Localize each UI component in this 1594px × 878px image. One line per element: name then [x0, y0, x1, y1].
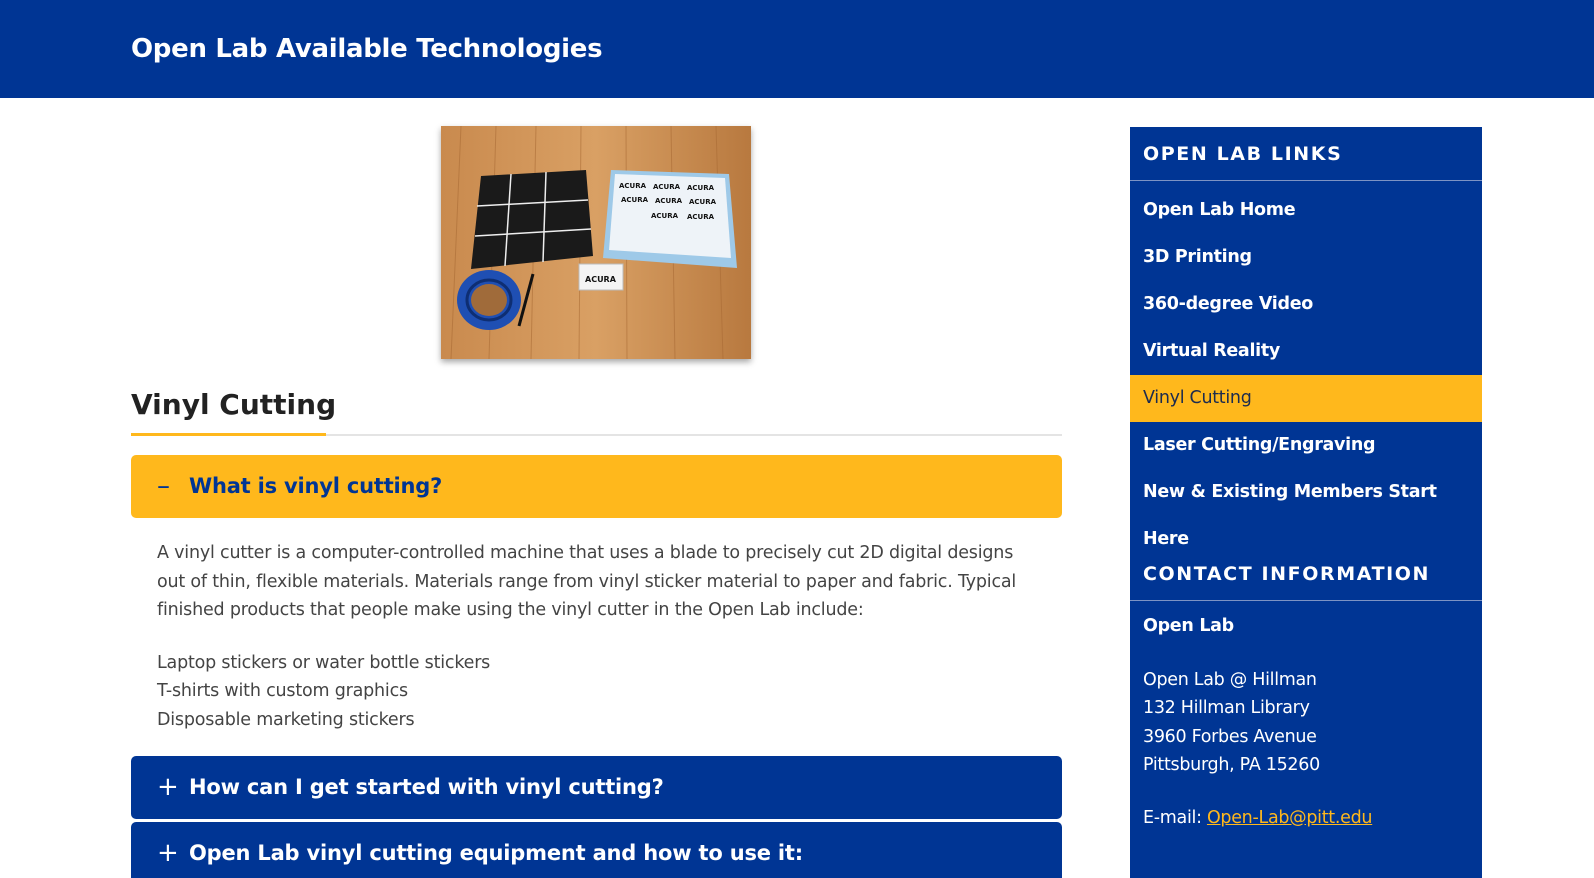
accordion-what-is-vinyl-cutting[interactable]: – What is vinyl cutting?	[131, 455, 1062, 518]
accordion-equipment[interactable]: + Open Lab vinyl cutting equipment and h…	[131, 822, 1062, 878]
address-line: Open Lab @ Hillman	[1143, 670, 1317, 690]
accordion-title: Open Lab vinyl cutting equipment and how…	[189, 841, 803, 865]
sidebar-item-virtual-reality[interactable]: Virtual Reality	[1130, 328, 1482, 375]
sidebar-links-heading: OPEN LAB LINKS	[1143, 143, 1343, 165]
sticker-label: ACURA	[689, 198, 717, 206]
sidebar-divider	[1130, 600, 1482, 601]
accordion-title: What is vinyl cutting?	[189, 474, 443, 498]
sticker-label: ACURA	[653, 183, 681, 191]
email-link[interactable]: Open-Lab@pitt.edu	[1207, 808, 1373, 828]
collapse-icon: –	[157, 471, 170, 501]
sticker-label: ACURA	[687, 213, 715, 221]
sidebar-item-open-lab-home[interactable]: Open Lab Home	[1130, 187, 1482, 234]
sidebar-item-360-video[interactable]: 360-degree Video	[1130, 281, 1482, 328]
list-item: Disposable marketing stickers	[157, 709, 415, 730]
sidebar-item-members-start[interactable]: New & Existing Members Start Here	[1130, 469, 1482, 549]
contact-name: Open Lab	[1143, 616, 1234, 636]
sidebar-divider	[1130, 180, 1482, 181]
vinyl-stickers-photo: ACURA ACURA ACURA ACURA ACURA ACURA ACUR…	[441, 126, 751, 359]
address-line: 132 Hillman Library	[1143, 698, 1310, 718]
sidebar-contact-heading: CONTACT INFORMATION	[1143, 563, 1431, 585]
sticker-label: ACURA	[619, 182, 647, 190]
address-line: 3960 Forbes Avenue	[1143, 727, 1317, 747]
heading-accent-bar	[131, 433, 326, 436]
sidebar-item-3d-printing[interactable]: 3D Printing	[1130, 234, 1482, 281]
page-title: Open Lab Available Technologies	[131, 34, 603, 64]
intro-paragraph: A vinyl cutter is a computer-controlled …	[157, 543, 1017, 620]
sticker-label: ACURA	[687, 184, 715, 192]
accordion-title: How can I get started with vinyl cutting…	[189, 775, 664, 799]
list-item: Laptop stickers or water bottle stickers	[157, 652, 491, 673]
sidebar-item-laser-cutting[interactable]: Laser Cutting/Engraving	[1130, 422, 1482, 469]
page-banner: Open Lab Available Technologies	[0, 0, 1594, 98]
sidebar: OPEN LAB LINKS Open Lab Home 3D Printing…	[1130, 127, 1482, 878]
address-line: Pittsburgh, PA 15260	[1143, 755, 1320, 775]
sidebar-item-vinyl-cutting[interactable]: Vinyl Cutting	[1130, 375, 1482, 422]
email-label: E-mail:	[1143, 808, 1202, 828]
email-row: E-mail: Open-Lab@pitt.edu	[1143, 808, 1373, 828]
sticker-label: ACURA	[585, 275, 617, 284]
accordion-get-started[interactable]: + How can I get started with vinyl cutti…	[131, 756, 1062, 819]
expand-icon: +	[157, 838, 179, 868]
list-item: T-shirts with custom graphics	[157, 681, 408, 701]
sticker-label: ACURA	[621, 196, 649, 204]
section-heading: Vinyl Cutting	[131, 388, 337, 421]
sticker-label: ACURA	[651, 212, 679, 220]
accordion-panel: A vinyl cutter is a computer-controlled …	[157, 539, 1037, 734]
sticker-label: ACURA	[655, 197, 683, 205]
expand-icon: +	[157, 772, 179, 802]
